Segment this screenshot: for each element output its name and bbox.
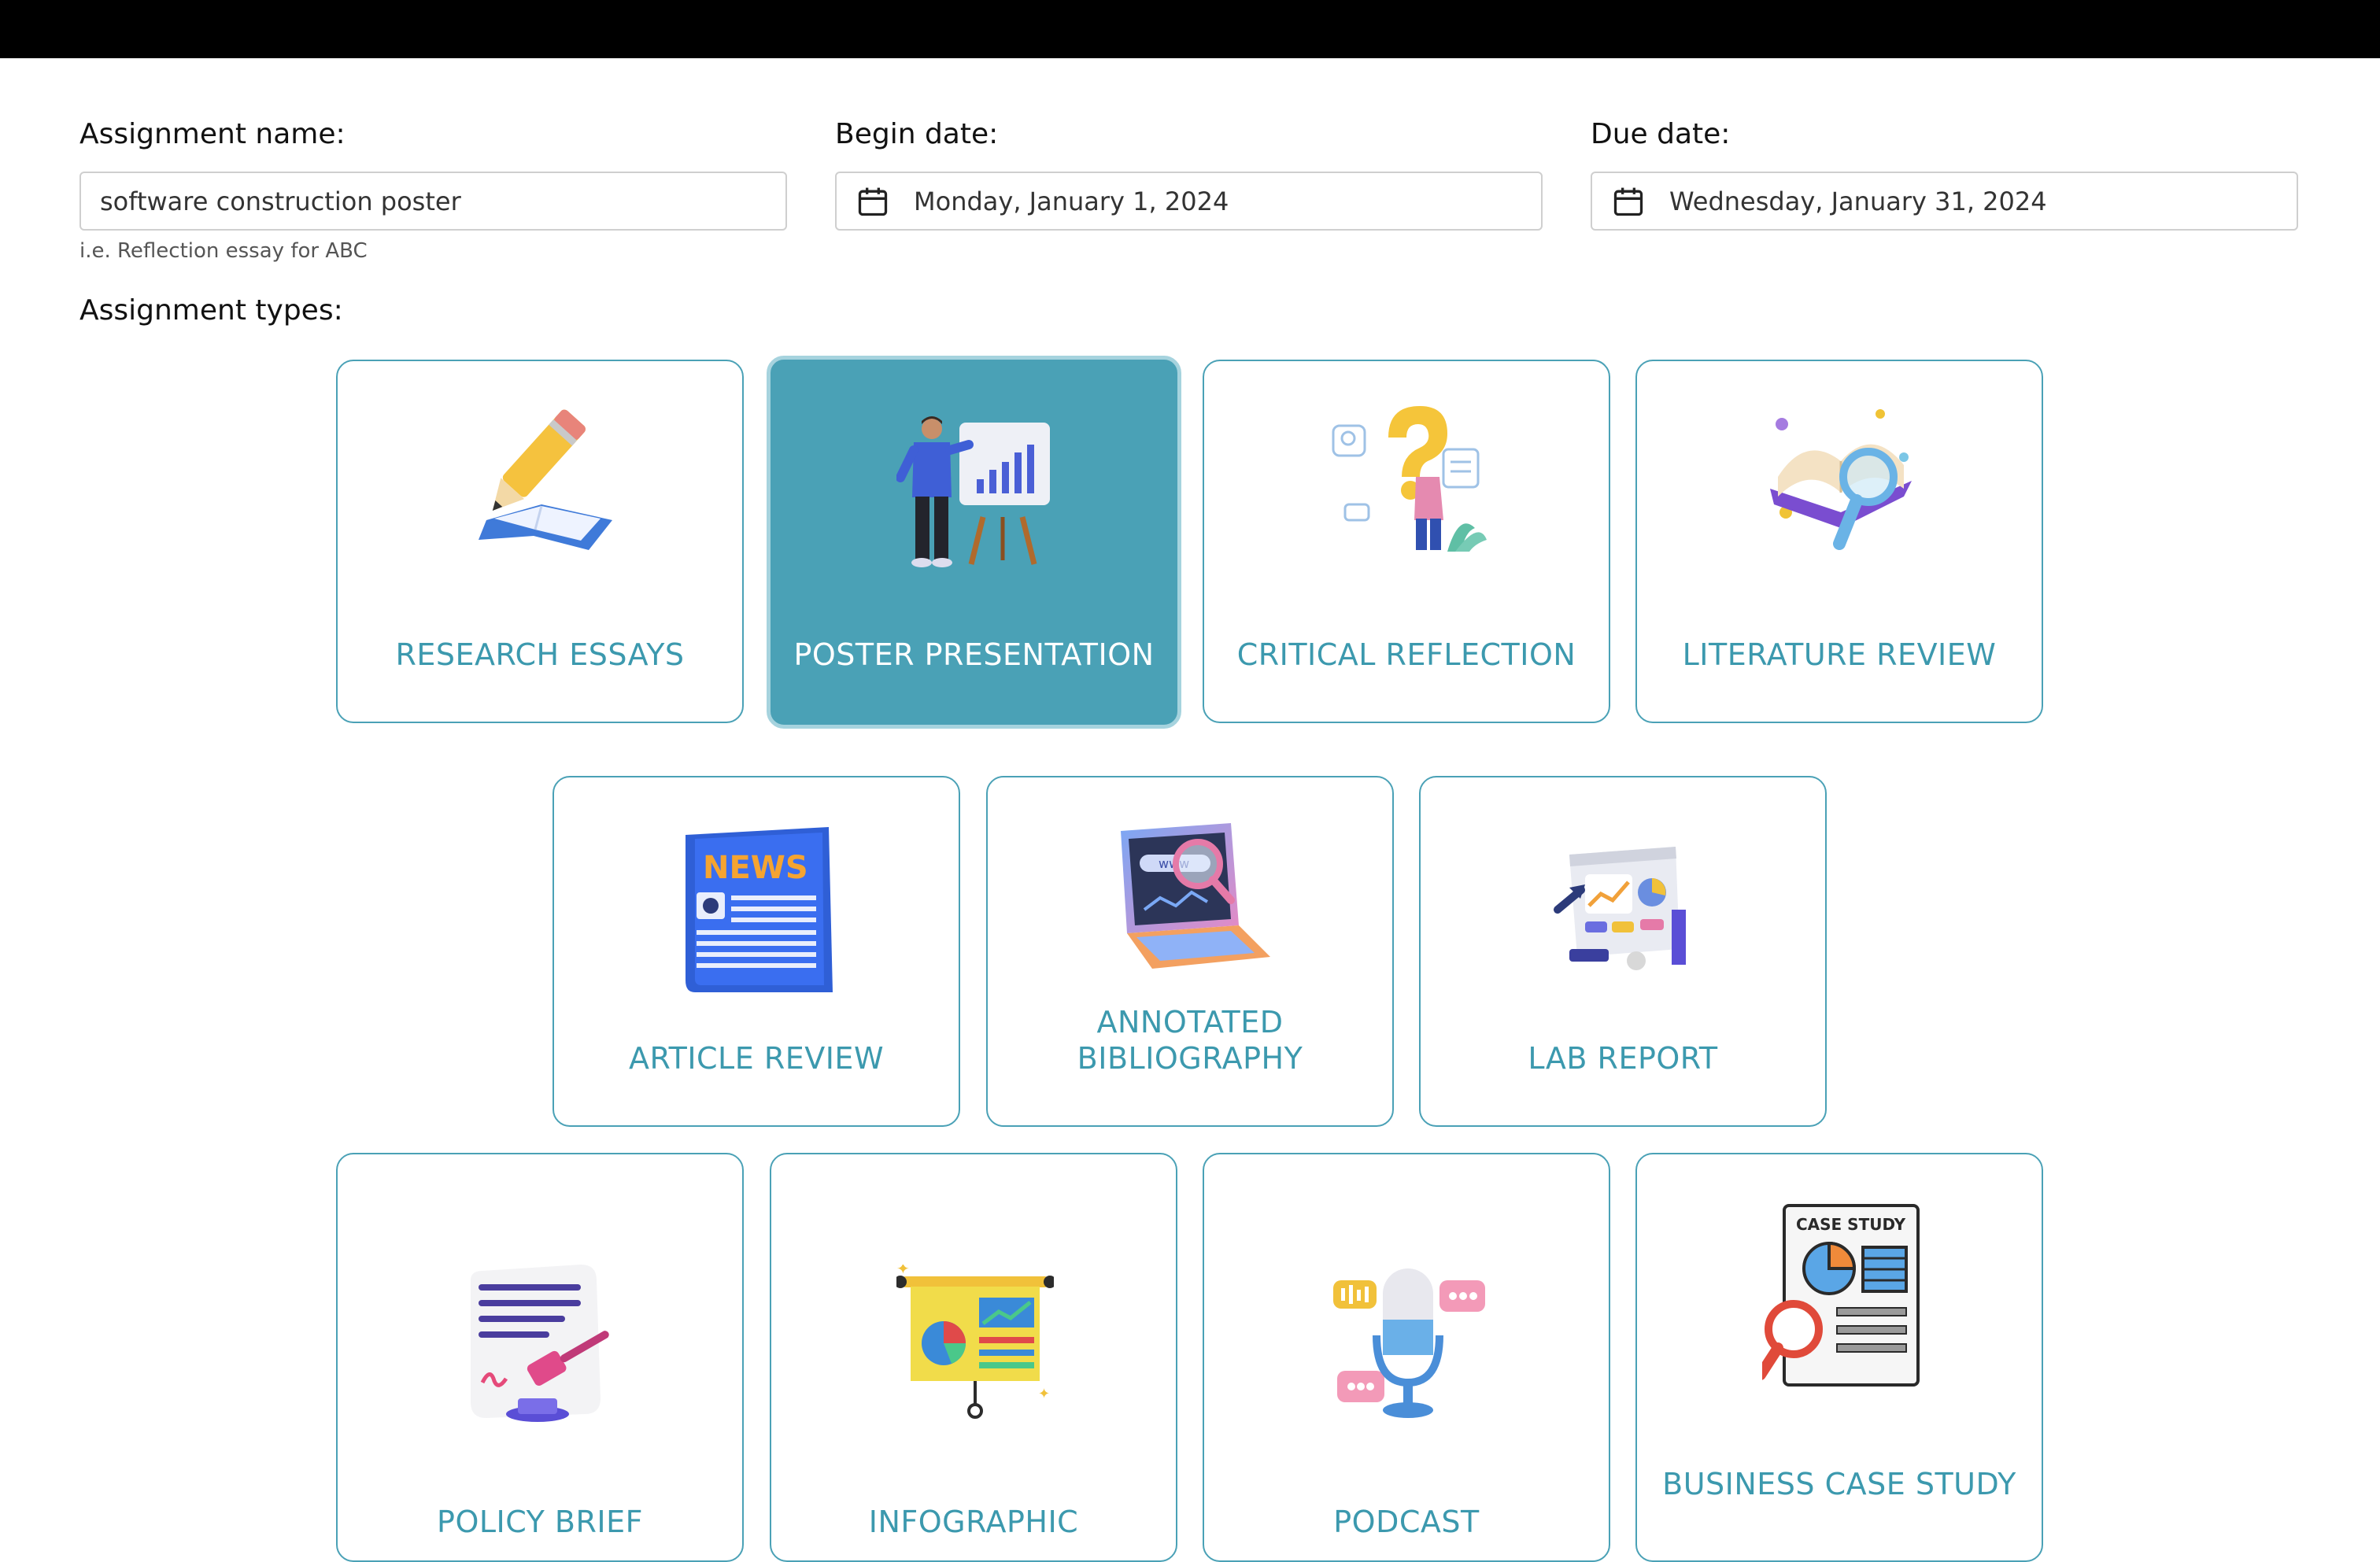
presentation-board-icon: ✦ ✦ xyxy=(894,1259,1056,1422)
type-card-label: POSTER PRESENTATION xyxy=(793,637,1155,672)
type-card-label: LAB REPORT xyxy=(1528,1041,1718,1076)
svg-text:✦: ✦ xyxy=(1038,1386,1050,1402)
document-gavel-icon xyxy=(463,1265,620,1422)
assignment-name-input[interactable] xyxy=(79,172,787,231)
type-card-label: CRITICAL REFLECTION xyxy=(1236,637,1576,672)
svg-text:✦: ✦ xyxy=(896,1265,910,1278)
microphone-icon xyxy=(1329,1265,1487,1422)
type-card-label: RESEARCH ESSAYS xyxy=(395,637,685,672)
begin-date-value: Monday, January 1, 2024 xyxy=(914,186,1229,216)
assignment-types-label: Assignment types: xyxy=(79,294,343,327)
dashboard-report-icon xyxy=(1546,823,1703,980)
type-card-label: LITERATURE REVIEW xyxy=(1682,637,1997,672)
svg-text:NEWS: NEWS xyxy=(703,850,808,886)
presenter-chart-icon xyxy=(896,415,1054,572)
pencil-book-icon xyxy=(463,402,620,559)
due-date-label: Due date: xyxy=(1591,118,1731,150)
begin-date-label: Begin date: xyxy=(835,118,999,150)
calendar-icon xyxy=(856,184,890,219)
type-card-label: INFOGRAPHIC xyxy=(868,1505,1079,1539)
newspaper-icon: NEWS xyxy=(679,823,837,992)
case-study-icon-text: CASE STUDY xyxy=(1796,1215,1906,1234)
begin-date-picker[interactable]: Monday, January 1, 2024 xyxy=(835,172,1543,231)
question-mark-person-icon xyxy=(1329,402,1487,559)
laptop-www-search-icon: www xyxy=(1113,823,1270,980)
top-bar xyxy=(0,0,2380,58)
due-date-picker[interactable]: Wednesday, January 31, 2024 xyxy=(1591,172,2298,231)
assignment-name-label: Assignment name: xyxy=(79,118,346,150)
type-card-label: PODCAST xyxy=(1333,1505,1480,1539)
case-study-document-icon: CASE STUDY xyxy=(1755,1202,1920,1387)
assignment-name-hint: i.e. Reflection essay for ABC xyxy=(79,239,368,263)
calendar-icon xyxy=(1611,184,1646,219)
type-card-annotated-bibliography[interactable]: www ANNOTATED BIBLIOGRAPHY xyxy=(986,776,1394,1127)
type-card-policy-brief[interactable]: POLICY BRIEF xyxy=(336,1153,744,1562)
type-card-label: ANNOTATED BIBLIOGRAPHY xyxy=(1077,1005,1303,1076)
type-card-label: ARTICLE REVIEW xyxy=(628,1041,885,1076)
type-card-article-review[interactable]: NEWS ARTICLE REVIEW xyxy=(552,776,960,1127)
type-card-podcast[interactable]: PODCAST xyxy=(1203,1153,1610,1562)
type-card-lab-report[interactable]: LAB REPORT xyxy=(1419,776,1827,1127)
type-card-label: BUSINESS CASE STUDY xyxy=(1662,1467,2016,1501)
type-card-research-essays[interactable]: RESEARCH ESSAYS xyxy=(336,360,744,723)
type-card-critical-reflection[interactable]: CRITICAL REFLECTION xyxy=(1203,360,1610,723)
type-card-label: POLICY BRIEF xyxy=(437,1505,643,1539)
book-magnifier-icon xyxy=(1762,402,1920,559)
type-card-business-case-study[interactable]: CASE STUDY BUSINESS CASE STUDY xyxy=(1635,1153,2043,1562)
due-date-value: Wednesday, January 31, 2024 xyxy=(1669,186,2047,216)
type-card-literature-review[interactable]: LITERATURE REVIEW xyxy=(1635,360,2043,723)
type-card-infographic[interactable]: ✦ ✦ INFOGRAPHIC xyxy=(770,1153,1177,1562)
type-card-poster-presentation[interactable]: POSTER PRESENTATION xyxy=(767,356,1181,729)
